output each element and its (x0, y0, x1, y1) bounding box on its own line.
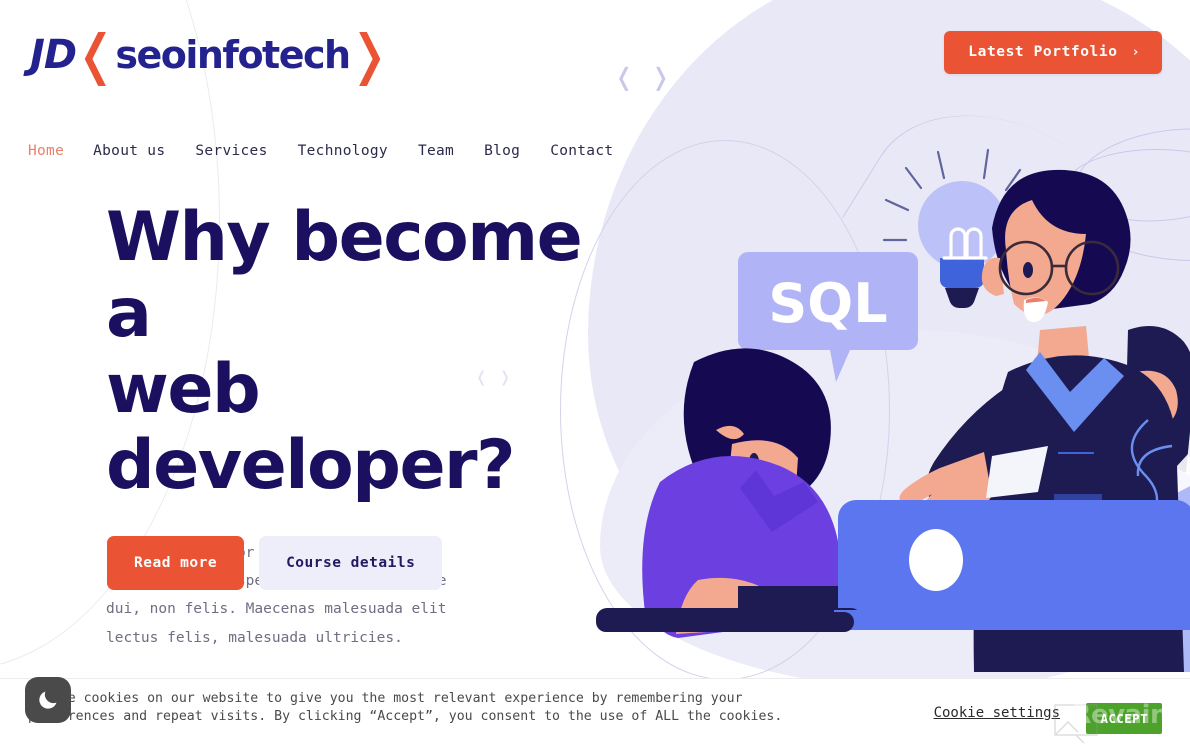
main-navigation: Home About us Services Technology Team Blog Co… (28, 143, 613, 159)
hero-cta-row: Read more Course details (107, 536, 443, 590)
nav-item-contact[interactable]: Contact (550, 143, 613, 159)
nav-item-team[interactable]: Team (418, 143, 454, 159)
page-title-line-2: web developer? (106, 350, 516, 506)
page-title: Why become a web developer? (106, 198, 626, 506)
page-root: SQL ❬ ❭ ❬ ❭ JD ❬ seoinfotech ❭ Latest Po… (0, 0, 1190, 753)
nav-item-services[interactable]: Services (195, 143, 267, 159)
chevron-right-icon: › (1131, 44, 1140, 60)
latest-portfolio-label: Latest Portfolio (968, 44, 1118, 60)
cookie-accept-button[interactable]: ACCEPT (1086, 703, 1162, 734)
nav-item-technology[interactable]: Technology (298, 143, 388, 159)
cookie-settings-link[interactable]: Cookie settings (934, 705, 1060, 721)
nav-item-home[interactable]: Home (28, 143, 64, 159)
page-title-line-1: Why become a (106, 198, 583, 354)
read-more-button[interactable]: Read more (107, 536, 245, 590)
cookie-consent-text: We use cookies on our website to give yo… (28, 691, 783, 724)
logo-bracket-open: ❬ (73, 22, 119, 86)
logo-bracket-close: ❭ (346, 22, 392, 86)
course-details-button[interactable]: Course details (259, 536, 443, 590)
hero-illustration: SQL (596, 148, 1190, 672)
site-logo[interactable]: JD ❬ seoinfotech ❭ (30, 22, 392, 86)
latest-portfolio-button[interactable]: Latest Portfolio › (944, 31, 1162, 74)
sql-bubble-label: SQL (768, 272, 887, 335)
logo-name: seoinfotech (115, 33, 351, 77)
logo-prefix: JD (30, 32, 77, 78)
decorative-bracket-large: ❬ ❭ (614, 63, 675, 91)
nav-item-blog[interactable]: Blog (484, 143, 520, 159)
dark-mode-toggle-button[interactable] (25, 677, 71, 723)
moon-icon (39, 691, 57, 709)
nav-item-about-us[interactable]: About us (93, 143, 165, 159)
